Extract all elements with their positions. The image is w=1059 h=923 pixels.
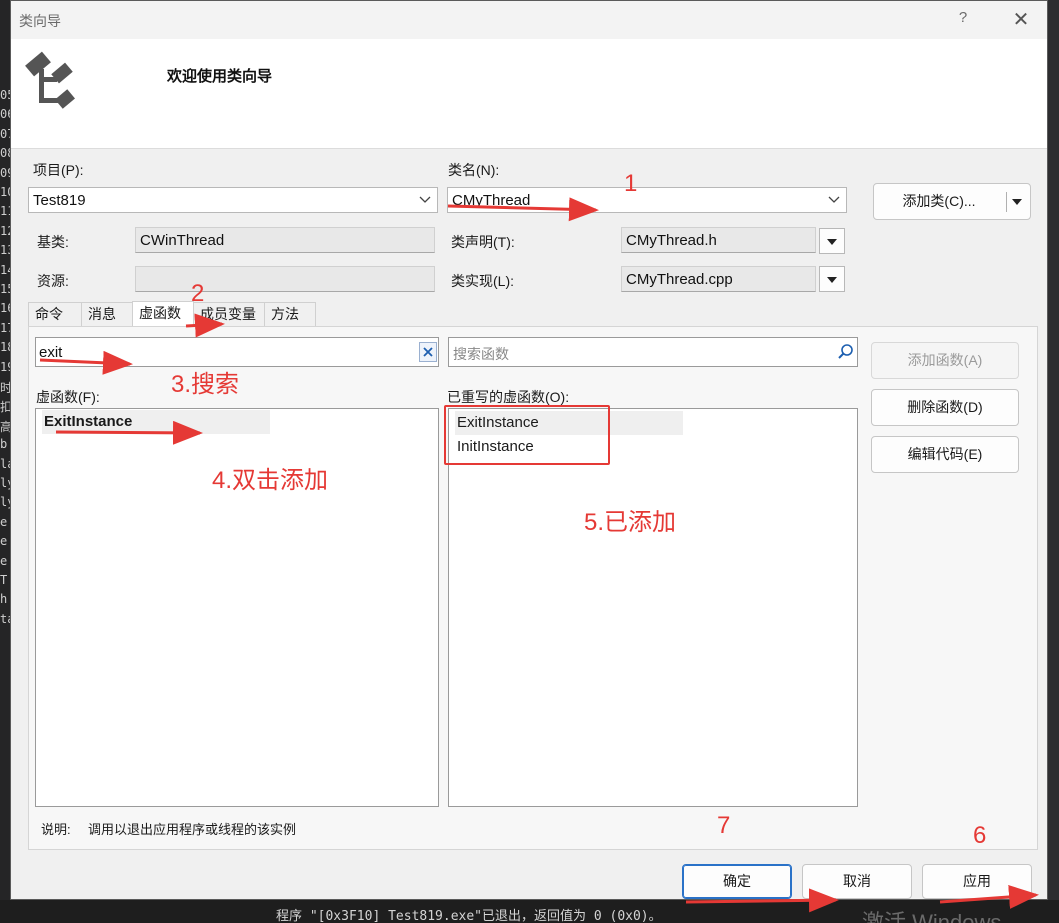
- project-value: Test819: [33, 192, 86, 209]
- impl-file-field: CMyThread.cpp: [621, 266, 816, 292]
- windows-watermark: 激活 Windows: [862, 910, 1002, 923]
- project-combo[interactable]: Test819: [28, 187, 438, 213]
- ok-button[interactable]: 确定: [682, 864, 792, 899]
- clear-search-icon[interactable]: [419, 342, 437, 362]
- cancel-button[interactable]: 取消: [802, 864, 912, 899]
- tab-virtual-functions[interactable]: 虚函数: [132, 301, 194, 326]
- tab-commands[interactable]: 命令: [28, 302, 82, 326]
- base-class-label: 基类:: [37, 234, 69, 250]
- classname-combo[interactable]: CMyThread: [447, 187, 847, 213]
- annotation-step-2: 2: [191, 280, 205, 307]
- tab-messages[interactable]: 消息: [81, 302, 133, 326]
- description-label: 说明:: [41, 822, 71, 837]
- close-button[interactable]: ✕: [1007, 7, 1035, 33]
- list-item[interactable]: ExitInstance: [42, 410, 270, 434]
- delete-function-button[interactable]: 删除函数(D): [871, 389, 1019, 426]
- add-class-button[interactable]: 添加类(C)...: [874, 184, 1004, 219]
- annotation-step-7: 7: [717, 812, 731, 839]
- description-text: 调用以退出应用程序或线程的该实例: [88, 822, 297, 837]
- impl-file-dropdown-button[interactable]: [819, 266, 845, 292]
- virtual-list-label: 虚函数(F):: [36, 389, 100, 405]
- impl-file-value: CMyThread.cpp: [626, 271, 733, 288]
- help-button[interactable]: ?: [951, 9, 975, 31]
- virtual-search-input[interactable]: exit: [35, 337, 439, 367]
- classname-value: CMyThread: [452, 192, 531, 209]
- overridden-function-list[interactable]: ExitInstance InitInstance: [448, 408, 858, 807]
- overridden-search-placeholder: 搜索函数: [453, 346, 509, 362]
- annotation-step-1: 1: [624, 170, 638, 197]
- classname-label: 类名(N):: [448, 162, 500, 178]
- add-class-split-button[interactable]: 添加类(C)...: [873, 183, 1031, 220]
- chevron-down-icon: [828, 191, 840, 210]
- impl-file-label: 类实现(L):: [451, 273, 514, 289]
- ide-right-edge: [1047, 0, 1059, 923]
- dialog-title: 类向导: [19, 13, 61, 29]
- resource-label: 资源:: [37, 273, 69, 289]
- edit-code-button[interactable]: 编辑代码(E): [871, 436, 1019, 473]
- overridden-search-input[interactable]: 搜索函数: [448, 337, 858, 367]
- dropdown-arrow-icon[interactable]: [1012, 199, 1022, 205]
- split-divider: [1006, 192, 1007, 212]
- search-icon[interactable]: [837, 343, 855, 364]
- overridden-list-label: 已重写的虚函数(O):: [447, 389, 570, 405]
- annotation-step-5: 5.已添加: [584, 509, 677, 536]
- header-file-dropdown-button[interactable]: [819, 228, 845, 254]
- header-file-label: 类声明(T):: [451, 234, 515, 250]
- resource-field: [135, 266, 435, 292]
- base-class-value: CWinThread: [140, 232, 225, 249]
- annotation-step-3: 3.搜索: [171, 371, 240, 398]
- welcome-banner: 欢迎使用类向导: [11, 39, 1047, 149]
- apply-button[interactable]: 应用: [922, 864, 1032, 899]
- header-file-field: CMyThread.h: [621, 227, 816, 253]
- class-wizard-logo-icon: [25, 51, 75, 109]
- tab-methods[interactable]: 方法: [264, 302, 316, 326]
- annotation-step-4: 4.双击添加: [212, 467, 329, 494]
- class-wizard-dialog: 类向导 ? ✕ 欢迎使用类向导 项目(P): Test819 类名(N): CM…: [10, 0, 1048, 900]
- ide-output-line: 程序 "[0x3F10] Test819.exe"已退出，返回值为 0 (0x0…: [276, 909, 662, 923]
- add-function-button[interactable]: 添加函数(A): [871, 342, 1019, 379]
- annotation-step-6: 6: [973, 822, 987, 849]
- welcome-heading: 欢迎使用类向导: [167, 68, 273, 85]
- header-file-value: CMyThread.h: [626, 232, 717, 249]
- title-bar: 类向导 ? ✕: [11, 1, 1047, 39]
- chevron-down-icon: [419, 191, 431, 210]
- virtual-search-value: exit: [39, 344, 63, 361]
- base-class-field: CWinThread: [135, 227, 435, 253]
- project-label: 项目(P):: [33, 162, 84, 178]
